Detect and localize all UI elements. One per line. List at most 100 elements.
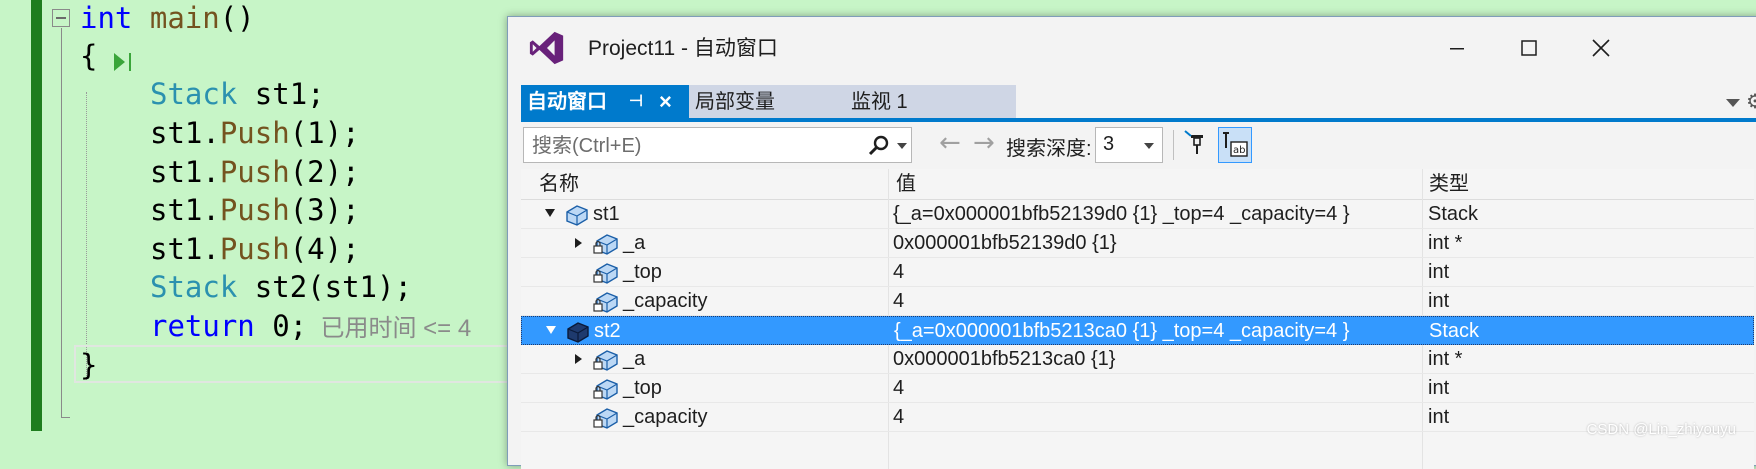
tab-autos[interactable]: 自动窗口 ⊣ × [521,85,689,119]
cell-type: int [1428,290,1450,312]
expand-arrow-icon[interactable] [575,354,582,364]
code-token: (4); [289,232,360,266]
cell-type: int [1428,406,1450,428]
column-header-value[interactable]: 值 [896,169,916,199]
code-token: () [219,1,255,35]
cell-name: _top [623,261,662,283]
close-button[interactable] [1584,31,1618,65]
cell-type: int [1428,377,1450,399]
grid-row[interactable]: st2 {_a=0x000001bfb5213ca0 {1} _top=4 _ca… [521,316,1754,345]
code-token: Push [219,155,290,189]
code-line[interactable]: st1.Push(2); [150,152,360,192]
search-icon[interactable] [867,134,891,158]
cell-name: _capacity [623,406,708,428]
code-token: st1. [150,193,220,227]
code-token: { [80,39,98,73]
tab-watch-1[interactable]: 监视 1 [851,85,908,119]
code-token: st1. [150,116,220,150]
maximize-button[interactable] [1512,31,1546,65]
code-token: int [80,1,133,35]
grid-row[interactable]: _top 4 int [521,258,1754,287]
code-token: main [149,1,220,35]
code-token: Push [219,193,290,227]
grid-row[interactable]: st1 {_a=0x000001bfb52139d0 {1} _top=4 _ca… [521,200,1754,229]
svg-text:ab: ab [1233,145,1245,156]
pin-icon [1184,130,1203,154]
window-title: Project11 - 自动窗口 [588,37,778,60]
cell-name: _a [623,232,646,254]
tab-locals[interactable]: 局部变量 [695,85,775,119]
code-token: st2(st1); [237,270,412,304]
code-token: } [80,348,98,382]
indent-guide [86,92,87,382]
collapse-arrow-icon[interactable] [545,209,555,217]
title-bar[interactable]: Project11 - 自动窗口 [508,17,1756,77]
tab-list-dropdown-icon[interactable] [1726,99,1740,107]
tab-close-icon[interactable]: × [659,85,672,119]
tab-underline [521,118,1756,122]
search-next-icon[interactable]: → [973,128,995,158]
collapse-arrow-icon[interactable] [546,326,556,334]
grid-row[interactable]: _capacity 4 int [521,403,1754,432]
code-line[interactable]: int main() [80,0,255,38]
toolbar-separator [1173,130,1174,160]
column-header-type[interactable]: 类型 [1429,169,1469,199]
cell-value: 0x000001bfb5213ca0 {1} [893,348,1116,370]
code-token: Stack [150,270,238,304]
grid-row[interactable]: _top 4 int [521,374,1754,403]
pin-source-button[interactable] [1181,127,1215,163]
column-header-name[interactable]: 名称 [539,169,579,199]
code-token: (2); [289,155,360,189]
object-icon [566,205,588,226]
grid-row[interactable]: _a 0x000001bfb52139d0 {1} int * [521,229,1754,258]
code-line[interactable]: return 0; 已用时间 <= 4 [150,306,471,346]
cell-value: 4 [893,290,905,312]
search-box[interactable] [523,127,912,163]
code-line[interactable]: Stack st1; [150,74,325,114]
collapse-toggle-icon[interactable] [52,9,70,27]
code-token: Push [219,116,290,150]
cell-name: st1 [593,203,620,225]
grid-row[interactable]: _capacity 4 int [521,287,1754,316]
code-token: (1); [289,116,360,150]
cell-type: Stack [1429,320,1480,342]
change-tracking-bar [31,0,42,431]
maximize-icon [1521,40,1537,56]
code-token: st1; [237,77,325,111]
grid-row[interactable]: _a 0x000001bfb5213ca0 {1} int * [521,345,1754,374]
expand-arrow-icon[interactable] [575,238,582,248]
code-line[interactable]: st1.Push(3); [150,190,360,230]
minimize-button[interactable] [1440,31,1474,65]
tab-label: 局部变量 [695,91,775,113]
code-token: return [150,309,255,343]
cell-value: {_a=0x000001bfb52139d0 {1} _top=4 _capac… [893,203,1350,225]
private-field-icon [593,292,618,313]
run-to-click-icon[interactable] [111,50,135,74]
search-input[interactable] [530,131,834,161]
code-line[interactable]: } [80,345,97,385]
cell-value: {_a=0x000001bfb5213ca0 {1} _top=4 _capac… [894,320,1350,342]
private-field-icon [593,234,618,255]
cell-type: int * [1428,232,1463,254]
visual-studio-logo-icon [529,31,564,65]
search-previous-icon[interactable]: ← [939,128,961,158]
code-line[interactable]: st1.Push(1); [150,113,360,153]
search-depth-select[interactable]: 3 [1095,127,1163,163]
code-line[interactable]: Stack st2(st1); [150,267,412,307]
hex-display-button[interactable]: ab [1218,127,1252,163]
settings-gear-icon[interactable]: ⚙ [1746,89,1756,113]
pin-icon[interactable]: ⊣ [629,85,643,119]
cell-value: 4 [893,377,905,399]
code-token: (3); [289,193,360,227]
grid-header: 名称 值 类型 [521,169,1754,200]
cell-name: _a [623,348,646,370]
code-line[interactable]: { [80,36,97,76]
tab-label: 自动窗口 [527,91,607,113]
elapsed-time-hint: 已用时间 <= 4 [320,315,472,342]
search-options-dropdown-icon[interactable] [897,143,907,149]
cell-name: _capacity [623,290,708,312]
cell-name: _top [623,377,662,399]
code-line[interactable]: st1.Push(4); [150,229,360,269]
code-token: st1. [150,232,220,266]
